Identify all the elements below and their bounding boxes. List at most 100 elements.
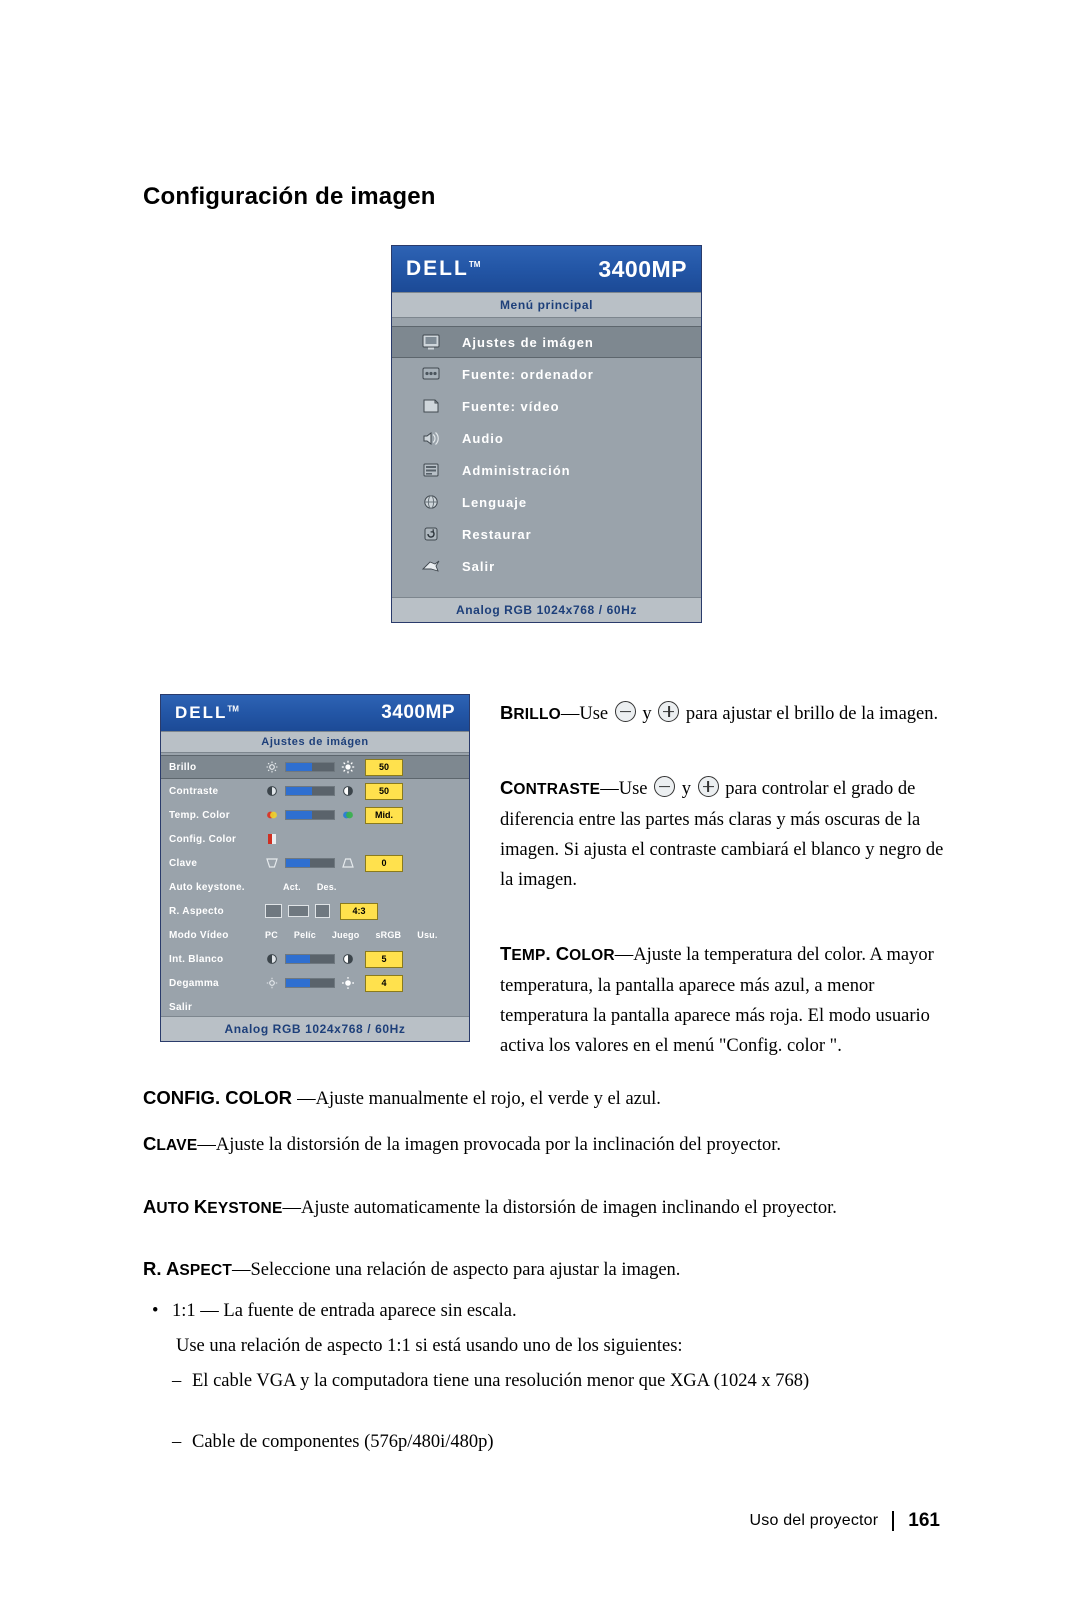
degamma-low-icon [265, 976, 279, 990]
video-source-icon [420, 397, 442, 415]
menu-item-image-settings[interactable]: Ajustes de imágen [392, 326, 701, 358]
setting-row-auto-keystone[interactable]: Auto keystone. Act. Des. [161, 875, 469, 899]
int-blanco-slider[interactable] [285, 954, 335, 964]
setting-control[interactable]: 5 [265, 950, 469, 968]
term-contraste-rest: ONTRASTE [513, 781, 601, 798]
dell-logo-tm: TM [468, 260, 481, 269]
language-icon [420, 493, 442, 511]
aspect-4to3-icon[interactable] [315, 904, 330, 918]
auto-keystone-option-on[interactable]: Act. [283, 882, 301, 892]
menu-item-language[interactable]: Lenguaje [392, 486, 701, 518]
temp-color-value: Mid. [365, 806, 403, 824]
setting-control[interactable] [265, 832, 469, 846]
menu-item-reset[interactable]: Restaurar [392, 518, 701, 550]
menu-item-management[interactable]: Administración [392, 454, 701, 486]
term-keystone-rest: EYSTONE [207, 1200, 283, 1217]
setting-control[interactable]: 0 [265, 854, 469, 872]
menu-item-video-source[interactable]: Fuente: vídeo [392, 390, 701, 422]
contraste-value: 50 [365, 782, 403, 800]
auto-keystone-option-off[interactable]: Des. [317, 882, 337, 892]
dell-logo-tm: TM [227, 704, 239, 714]
term-auto-initial: A [143, 1196, 157, 1217]
term-clave-rest: LAVE [156, 1137, 198, 1154]
brightness-low-icon [265, 760, 279, 774]
contrast-high-icon [341, 784, 355, 798]
contraste-slider[interactable] [285, 786, 335, 796]
image-settings-icon [420, 333, 442, 351]
setting-label: Salir [169, 1001, 193, 1013]
modo-video-option-juego[interactable]: Juego [332, 930, 360, 940]
modo-video-option-srgb[interactable]: sRGB [375, 930, 401, 940]
audio-icon [420, 429, 442, 447]
minus-button-icon [614, 701, 636, 722]
clave-slider[interactable] [285, 858, 335, 868]
setting-control[interactable]: 4 [265, 974, 469, 992]
setting-row-int-blanco[interactable]: Int. Blanco 5 [161, 947, 469, 971]
term-aspect-rest: SPECT [179, 1262, 233, 1279]
setting-row-brillo[interactable]: Brillo 50 [161, 755, 469, 779]
int-blanco-value: 5 [365, 950, 403, 968]
dash-item-2: Cable de componentes (576p/480i/480p) [192, 1432, 494, 1452]
setting-control[interactable]: Act. Des. [265, 882, 469, 892]
menu-item-computer-source[interactable]: Fuente: ordenador [392, 358, 701, 390]
osd-menu-list: Ajustes de imágen Fuente: ordenador Fuen… [392, 318, 701, 582]
dash-item-1: El cable VGA y la computadora tiene una … [192, 1371, 810, 1391]
osd-settings-list: Brillo 50 Contraste 50 Temp. Color Mid. … [161, 753, 469, 1019]
setting-row-r-aspecto[interactable]: R. Aspecto 4:3 [161, 899, 469, 923]
menu-item-label: Audio [462, 430, 504, 446]
setting-control[interactable]: 50 [265, 782, 469, 800]
modo-video-option-pc[interactable]: PC [265, 930, 278, 940]
setting-control[interactable]: 50 [265, 758, 469, 776]
brillo-slider[interactable] [285, 762, 335, 772]
exit-icon [420, 557, 442, 575]
brillo-value: 50 [365, 758, 403, 776]
aspect-1to1-icon[interactable] [265, 904, 282, 918]
setting-row-clave[interactable]: Clave 0 [161, 851, 469, 875]
osd-subtitle: Menú principal [392, 292, 701, 318]
menu-item-label: Administración [462, 462, 571, 478]
setting-row-modo-video[interactable]: Modo Vídeo PC Pelíc Juego sRGB Usu. [161, 923, 469, 947]
plus-button-icon [658, 701, 680, 722]
page-footer: Uso del proyector 161 [750, 1510, 940, 1532]
osd-subtitle: Ajustes de imágen [161, 731, 469, 753]
plus-button-icon [697, 776, 719, 797]
setting-label: Degamma [169, 977, 219, 989]
setting-control[interactable]: 4:3 [265, 902, 469, 920]
keystone-up-icon [341, 856, 355, 870]
setting-row-temp-color[interactable]: Temp. Color Mid. [161, 803, 469, 827]
r-aspect-text: —Seleccione una relación de aspecto para… [232, 1260, 681, 1280]
menu-item-label: Lenguaje [462, 494, 528, 510]
contraste-text-2: y [677, 779, 696, 799]
bullet-marker: • [152, 1301, 159, 1321]
degamma-high-icon [341, 976, 355, 990]
footer-divider [892, 1511, 895, 1531]
term-brillo-rest: RILLO [513, 706, 561, 723]
degamma-slider[interactable] [285, 978, 335, 988]
clave-value: 0 [365, 854, 403, 872]
paragraph-contraste: CONTRASTE—Use y para controlar el grado … [500, 773, 950, 895]
bullet-item-1-subtext: Use una relación de aspecto 1:1 si está … [176, 1336, 683, 1356]
setting-control[interactable]: PC Pelíc Juego sRGB Usu. [265, 930, 469, 940]
setting-control[interactable]: Mid. [265, 806, 469, 824]
brillo-text-3: para ajustar el brillo de la imagen. [681, 704, 939, 724]
temp-color-slider[interactable] [285, 810, 335, 820]
setting-row-config-color[interactable]: Config. Color [161, 827, 469, 851]
modo-video-option-usu[interactable]: Usu. [417, 930, 437, 940]
contrast-low-icon [265, 784, 279, 798]
projector-model: 3400MP [598, 255, 687, 282]
term-keystone-initial: K [193, 1196, 208, 1217]
keystone-down-icon [265, 856, 279, 870]
modo-video-option-pelic[interactable]: Pelíc [294, 930, 316, 940]
brillo-text-1: —Use [560, 704, 613, 724]
osd-status-bar: Analog RGB 1024x768 / 60Hz [161, 1016, 469, 1041]
aspect-16to9-icon[interactable] [288, 905, 309, 917]
setting-row-contraste[interactable]: Contraste 50 [161, 779, 469, 803]
menu-item-label: Fuente: ordenador [462, 366, 594, 382]
menu-item-exit[interactable]: Salir [392, 550, 701, 582]
setting-label: Clave [169, 857, 198, 869]
term-temp-rest2: OLOR [569, 947, 615, 964]
minus-button-icon [654, 776, 676, 797]
menu-item-audio[interactable]: Audio [392, 422, 701, 454]
brillo-text-2: y [637, 704, 657, 724]
setting-row-degamma[interactable]: Degamma 4 [161, 971, 469, 995]
